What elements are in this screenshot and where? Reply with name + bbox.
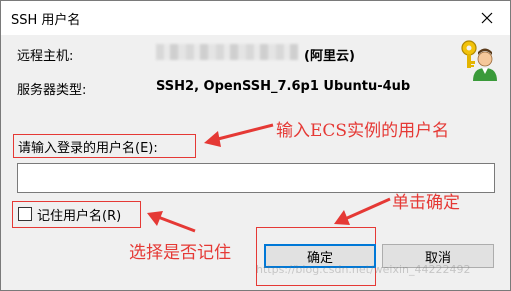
arrow-icon (147, 211, 196, 233)
arrow-icon (334, 197, 391, 225)
annotation-remember-note: 选择是否记住 (129, 243, 231, 263)
annotation-username-note: 输入ECS实例的用户名 (276, 121, 450, 141)
arrow-icon (204, 123, 274, 147)
annotation-confirm-note: 单击确定 (392, 193, 460, 213)
annotation-arrows (147, 123, 391, 233)
